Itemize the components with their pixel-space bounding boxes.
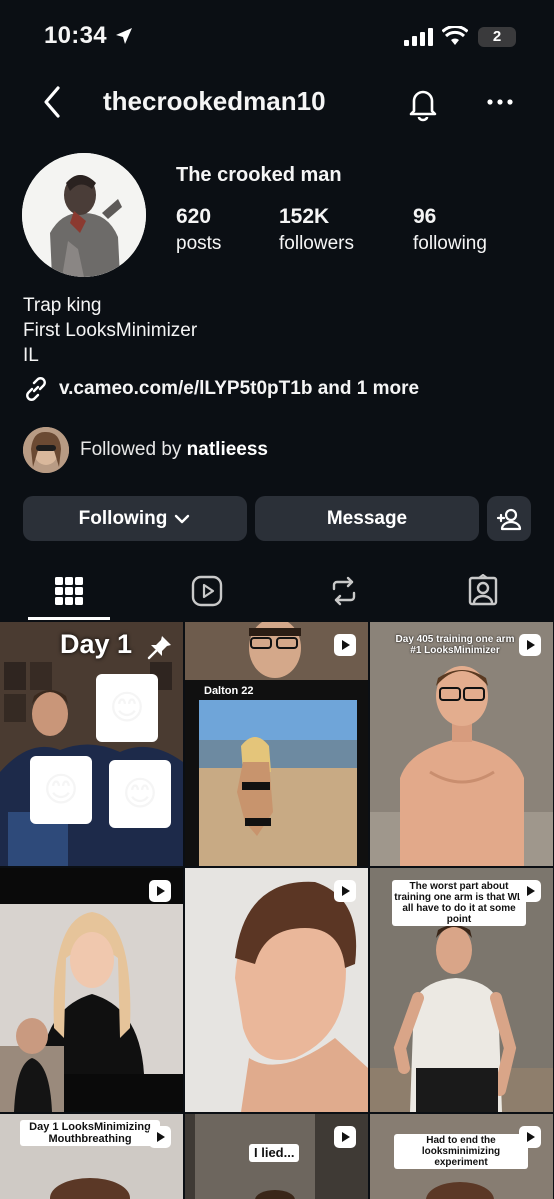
reel-badge bbox=[334, 634, 356, 656]
stat-following[interactable]: 96 following bbox=[413, 205, 487, 255]
stat-posts-label: posts bbox=[176, 233, 222, 254]
post-tile[interactable] bbox=[0, 868, 183, 1112]
bio-line: Trap king bbox=[23, 295, 102, 316]
followed-by-prefix: Followed by bbox=[80, 439, 187, 460]
reel-icon bbox=[527, 640, 535, 650]
bio-line: IL bbox=[23, 345, 39, 366]
reel-icon bbox=[527, 1132, 535, 1142]
link-icon bbox=[26, 377, 46, 401]
post-tile[interactable]: Dalton 22 bbox=[185, 622, 368, 866]
follower-avatar bbox=[23, 427, 69, 473]
stat-posts[interactable]: 620 posts bbox=[176, 205, 221, 255]
chevron-left-icon[interactable] bbox=[38, 84, 68, 120]
stat-followers[interactable]: 152K followers bbox=[279, 205, 354, 255]
reel-icon bbox=[342, 886, 350, 896]
reels-icon bbox=[191, 575, 223, 607]
reel-icon bbox=[342, 640, 350, 650]
reel-icon bbox=[342, 1132, 350, 1142]
profile-link-text: v.cameo.com/e/lLYP5t0pT1b and 1 more bbox=[59, 378, 420, 399]
message-button[interactable]: Message bbox=[255, 496, 479, 541]
reel-icon bbox=[157, 1132, 165, 1142]
reel-icon bbox=[527, 886, 535, 896]
tagged-icon bbox=[468, 574, 498, 606]
emoji-sticker: 😊 bbox=[96, 674, 158, 742]
tab-tagged[interactable] bbox=[463, 571, 503, 611]
post-tile[interactable]: I lied... bbox=[185, 1114, 368, 1199]
emoji-sticker: 😊 bbox=[109, 760, 171, 828]
emoji-sticker: 😊 bbox=[30, 756, 92, 824]
post-tile[interactable]: Day 1 😊 😊 😊 bbox=[0, 622, 183, 866]
profile-display-name: The crooked man bbox=[176, 164, 342, 186]
post-caption: The worst part about training one arm is… bbox=[392, 880, 526, 926]
more-horizontal-icon[interactable] bbox=[484, 88, 516, 116]
profile-avatar[interactable] bbox=[22, 153, 146, 277]
post-tile[interactable]: Had to end the looksminimizing experimen… bbox=[370, 1114, 553, 1199]
reel-badge bbox=[149, 1126, 171, 1148]
reel-badge bbox=[519, 634, 541, 656]
reel-badge bbox=[519, 880, 541, 902]
add-person-button[interactable] bbox=[487, 496, 531, 541]
post-caption: Dalton 22 bbox=[204, 685, 254, 697]
following-button-label: Following bbox=[78, 507, 168, 529]
bell-icon[interactable] bbox=[404, 84, 442, 122]
stat-followers-value: 152K bbox=[279, 205, 330, 228]
repost-icon bbox=[332, 576, 356, 606]
stat-followers-label: followers bbox=[279, 233, 354, 254]
battery-indicator: 2 bbox=[478, 27, 516, 47]
stat-posts-value: 620 bbox=[176, 205, 212, 228]
post-tile[interactable]: Day 405 training one arm #1 LooksMinimiz… bbox=[370, 622, 553, 866]
profile-header: thecrookedman10 bbox=[0, 78, 554, 128]
followed-by-name[interactable]: natlieess bbox=[187, 439, 268, 460]
profile-username: thecrookedman10 bbox=[103, 86, 326, 116]
add-person-icon bbox=[496, 508, 522, 530]
grid-icon bbox=[55, 577, 83, 605]
reel-badge bbox=[334, 1126, 356, 1148]
message-button-label: Message bbox=[326, 507, 408, 529]
following-button[interactable]: Following bbox=[23, 496, 247, 541]
post-tile[interactable]: Day 1 LooksMinimizing Mouthbreathing bbox=[0, 1114, 183, 1199]
status-bar: 10:34 2 bbox=[0, 0, 554, 72]
pin-icon bbox=[147, 636, 171, 660]
profile-tabs bbox=[0, 565, 554, 621]
followed-by[interactable]: Followed by natlieess bbox=[23, 427, 268, 473]
status-time: 10:34 bbox=[44, 22, 107, 49]
post-caption: Had to end the looksminimizing experimen… bbox=[394, 1134, 528, 1169]
stat-following-label: following bbox=[413, 233, 487, 254]
tab-reels[interactable] bbox=[187, 571, 227, 611]
bio-line: First LooksMinimizer bbox=[23, 320, 198, 341]
tab-reposts[interactable] bbox=[324, 571, 364, 611]
profile-link[interactable]: v.cameo.com/e/lLYP5t0pT1b and 1 more bbox=[23, 376, 419, 402]
post-caption: Day 405 training one arm #1 LooksMinimiz… bbox=[395, 634, 515, 656]
location-arrow-icon bbox=[116, 28, 132, 44]
active-tab-indicator bbox=[28, 617, 110, 620]
reel-badge bbox=[149, 880, 171, 902]
post-caption: I lied... bbox=[249, 1144, 300, 1163]
reel-icon bbox=[157, 886, 165, 896]
cellular-signal-icon bbox=[404, 28, 433, 46]
wifi-icon bbox=[442, 26, 468, 45]
post-tile[interactable] bbox=[185, 868, 368, 1112]
stat-following-value: 96 bbox=[413, 205, 437, 228]
reel-badge bbox=[334, 880, 356, 902]
tab-grid[interactable] bbox=[49, 571, 89, 611]
chevron-down-icon bbox=[175, 514, 190, 523]
reel-badge bbox=[519, 1126, 541, 1148]
post-caption: Day 1 LooksMinimizing Mouthbreathing bbox=[20, 1120, 160, 1147]
post-tile[interactable]: The worst part about training one arm is… bbox=[370, 868, 553, 1112]
profile-bio: Trap king First LooksMinimizer IL bbox=[23, 293, 197, 368]
post-caption: Day 1 bbox=[60, 629, 133, 659]
